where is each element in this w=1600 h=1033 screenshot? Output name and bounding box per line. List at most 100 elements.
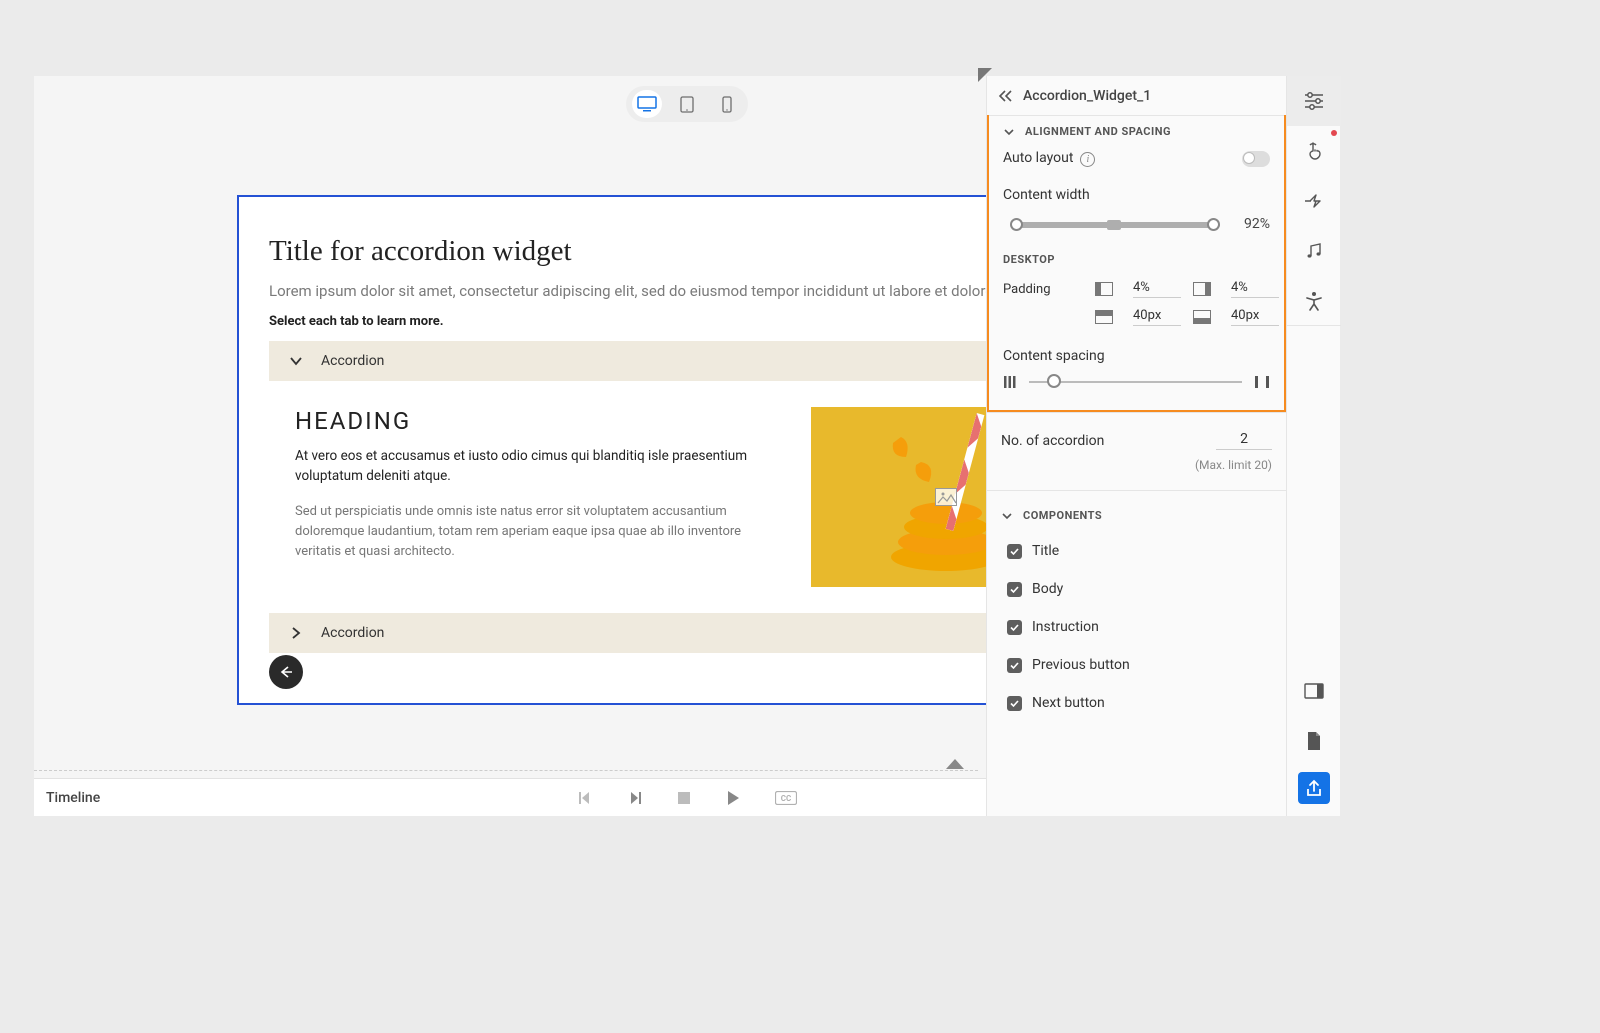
- separator: [34, 770, 978, 771]
- slide-title[interactable]: Title for accordion widget: [269, 235, 1105, 268]
- content-spacing-label: Content spacing: [1003, 348, 1270, 364]
- padding-top-icon: [1095, 310, 1113, 324]
- info-icon[interactable]: i: [1080, 152, 1095, 167]
- content-spacing-slider[interactable]: [1029, 374, 1242, 390]
- content-width-label: Content width: [1003, 187, 1090, 203]
- tablet-icon: [680, 96, 694, 113]
- spacing-loose-icon: [1254, 375, 1270, 389]
- previous-button[interactable]: [269, 655, 303, 689]
- chevron-right-icon: [289, 626, 303, 640]
- highlighted-section: ALIGNMENT AND SPACING Auto layout i Cont…: [986, 115, 1286, 413]
- padding-bottom-icon: [1193, 310, 1211, 324]
- accordion-2-label: Accordion: [321, 625, 384, 641]
- desktop-icon: [637, 96, 657, 112]
- accordion-max-limit: (Max. limit 20): [1001, 458, 1272, 472]
- collapse-panel-button[interactable]: [997, 89, 1013, 103]
- panel-header: Accordion_Widget_1: [987, 76, 1286, 116]
- lightning-icon: [1304, 193, 1324, 209]
- stop-button[interactable]: [677, 791, 691, 805]
- padding-grid: Padding 4% 4% 40px 40px: [1003, 280, 1270, 326]
- accordion-count-label: No. of accordion: [1001, 433, 1104, 449]
- audio-tool-button[interactable]: [1287, 226, 1341, 276]
- checkbox-icon: [1007, 696, 1022, 711]
- accessibility-tool-button[interactable]: [1287, 276, 1341, 326]
- accordion-header-1[interactable]: Accordion: [269, 341, 1105, 381]
- components-section: COMPONENTS Title Body Instruction Previo…: [987, 490, 1286, 740]
- playback-controls: CC: [577, 790, 797, 806]
- document-tool-button[interactable]: [1287, 716, 1341, 766]
- component-previous-checkbox[interactable]: Previous button: [1001, 646, 1272, 684]
- checkbox-icon: [1007, 620, 1022, 635]
- slide-instruction[interactable]: Select each tab to learn more.: [269, 314, 1105, 329]
- device-phone-button[interactable]: [712, 90, 742, 118]
- spacing-tight-icon: [1003, 375, 1017, 389]
- accordion-count-section: No. of accordion 2 (Max. limit 20): [987, 412, 1286, 490]
- auto-layout-label: Auto layout: [1003, 150, 1073, 166]
- svg-text:CC: CC: [781, 794, 791, 803]
- content-width-value: 92%: [1244, 216, 1270, 232]
- padding-top-input[interactable]: 40px: [1133, 308, 1181, 326]
- chevron-down-icon: [1003, 126, 1015, 138]
- properties-panel: Accordion_Widget_1 ALIGNMENT AND SPACING…: [986, 76, 1286, 816]
- collapse-section-button[interactable]: [1003, 126, 1015, 138]
- desktop-subhead: DESKTOP: [1003, 253, 1270, 266]
- properties-tool-button[interactable]: [1287, 76, 1341, 126]
- expand-handle-icon[interactable]: [946, 759, 964, 769]
- auto-layout-toggle[interactable]: [1242, 151, 1270, 167]
- touch-icon: [1305, 141, 1323, 161]
- tool-rail: [1286, 76, 1340, 816]
- collapse-components-button[interactable]: [1001, 510, 1013, 522]
- accordion-header-2[interactable]: Accordion: [269, 613, 1105, 653]
- component-next-checkbox[interactable]: Next button: [1001, 684, 1272, 722]
- document-icon: [1306, 731, 1322, 751]
- timeline-label: Timeline: [46, 790, 100, 806]
- sliders-icon: [1304, 92, 1324, 110]
- accessibility-icon: [1305, 291, 1323, 311]
- device-tablet-button[interactable]: [672, 90, 702, 118]
- play-button[interactable]: [725, 790, 741, 806]
- panel-title: Accordion_Widget_1: [1023, 88, 1151, 104]
- step-forward-button[interactable]: [627, 790, 643, 806]
- interactions-tool-button[interactable]: [1287, 126, 1341, 176]
- accordion-count-input[interactable]: 2: [1216, 431, 1272, 450]
- accordion-content-1: HEADING At vero eos et accusamus et iust…: [269, 381, 1105, 613]
- slide-body[interactable]: Lorem ipsum dolor sit amet, consectetur …: [269, 282, 1105, 300]
- accordion-content-para1[interactable]: At vero eos et accusamus et iusto odio c…: [295, 447, 783, 486]
- closed-captions-button[interactable]: CC: [775, 791, 797, 805]
- animations-tool-button[interactable]: [1287, 176, 1341, 226]
- padding-bottom-input[interactable]: 40px: [1231, 308, 1279, 326]
- section-title-alignment: ALIGNMENT AND SPACING: [1025, 125, 1171, 138]
- preview-tool-button[interactable]: [1287, 666, 1341, 716]
- arrow-left-icon: [278, 665, 294, 679]
- components-list: Title Body Instruction Previous button N…: [1001, 532, 1272, 722]
- component-title-checkbox[interactable]: Title: [1001, 532, 1272, 570]
- chevron-double-left-icon: [997, 89, 1013, 103]
- component-body-checkbox[interactable]: Body: [1001, 570, 1272, 608]
- auto-layout-row: Auto layout i: [1003, 150, 1270, 167]
- content-spacing-row: [1003, 374, 1270, 390]
- padding-left-input[interactable]: 4%: [1133, 280, 1181, 298]
- padding-right-input[interactable]: 4%: [1231, 280, 1279, 298]
- checkbox-icon: [1007, 544, 1022, 559]
- checkbox-icon: [1007, 658, 1022, 673]
- music-icon: [1305, 242, 1323, 260]
- notification-dot-icon: [1331, 130, 1337, 136]
- accordion-content-heading[interactable]: HEADING: [295, 407, 783, 435]
- device-toggle-group: [626, 86, 748, 122]
- padding-left-icon: [1095, 282, 1113, 296]
- section-title-components: COMPONENTS: [1023, 509, 1102, 522]
- content-width-slider[interactable]: 92%: [1003, 213, 1270, 235]
- share-button[interactable]: [1298, 772, 1330, 804]
- step-back-button[interactable]: [577, 790, 593, 806]
- component-instruction-checkbox[interactable]: Instruction: [1001, 608, 1272, 646]
- device-desktop-button[interactable]: [632, 90, 662, 118]
- padding-label: Padding: [1003, 282, 1083, 297]
- share-icon: [1305, 779, 1323, 797]
- preview-icon: [1304, 683, 1324, 699]
- padding-right-icon: [1193, 282, 1211, 296]
- accordion-content-para2[interactable]: Sed ut perspiciatis unde omnis iste natu…: [295, 502, 783, 562]
- chevron-down-icon: [289, 354, 303, 368]
- phone-icon: [722, 96, 732, 113]
- image-placeholder-icon: [935, 488, 957, 506]
- checkbox-icon: [1007, 582, 1022, 597]
